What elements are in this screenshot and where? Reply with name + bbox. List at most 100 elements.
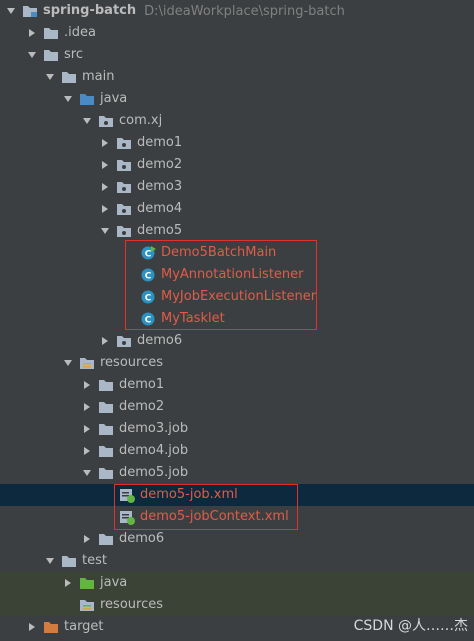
folder-label: .idea bbox=[64, 25, 96, 40]
tree-row-class-file[interactable]: C MyAnnotationListener bbox=[0, 264, 474, 286]
tree-row-test-resources[interactable]: resources bbox=[0, 594, 474, 616]
xml-file-label: demo5-job.xml bbox=[140, 487, 238, 502]
folder-icon bbox=[98, 531, 114, 547]
package-icon bbox=[116, 223, 132, 239]
package-label: demo3 bbox=[137, 179, 183, 194]
class-icon: C bbox=[140, 289, 156, 305]
package-label: demo6 bbox=[137, 333, 183, 348]
tree-row-demo3[interactable]: demo3 bbox=[0, 176, 474, 198]
folder-label: resources bbox=[100, 355, 164, 370]
tree-row-res-demo1[interactable]: demo1 bbox=[0, 374, 474, 396]
tree-row-class-file[interactable]: C MyTasklet bbox=[0, 308, 474, 330]
folder-icon bbox=[61, 553, 77, 569]
tree-row-demo1[interactable]: demo1 bbox=[0, 132, 474, 154]
svg-text:C: C bbox=[145, 250, 152, 260]
tree-row-res-demo2[interactable]: demo2 bbox=[0, 396, 474, 418]
excluded-folder-icon bbox=[43, 619, 59, 635]
tree-row-main[interactable]: main bbox=[0, 66, 474, 88]
class-label: MyJobExecutionListener bbox=[161, 289, 317, 304]
tree-row-res-demo6[interactable]: demo6 bbox=[0, 528, 474, 550]
package-label: demo4 bbox=[137, 201, 183, 216]
expand-arrow-icon[interactable] bbox=[82, 116, 92, 126]
svg-text:C: C bbox=[145, 316, 152, 326]
collapse-arrow-icon[interactable] bbox=[27, 622, 37, 632]
main-class-icon: C bbox=[140, 245, 156, 261]
folder-icon bbox=[98, 399, 114, 415]
collapse-arrow-icon[interactable] bbox=[82, 402, 92, 412]
tree-row-test-java[interactable]: java bbox=[0, 572, 474, 594]
folder-label: demo5.job bbox=[119, 465, 189, 480]
module-folder-icon bbox=[22, 3, 38, 19]
folder-icon bbox=[98, 421, 114, 437]
svg-text:C: C bbox=[145, 294, 152, 304]
tree-row-demo6[interactable]: demo6 bbox=[0, 330, 474, 352]
csdn-watermark: CSDN @人……杰 bbox=[353, 618, 468, 634]
collapse-arrow-icon[interactable] bbox=[82, 424, 92, 434]
collapse-arrow-icon[interactable] bbox=[82, 446, 92, 456]
folder-label: demo3.job bbox=[119, 421, 189, 436]
tree-row-demo2[interactable]: demo2 bbox=[0, 154, 474, 176]
collapse-arrow-icon[interactable] bbox=[63, 578, 73, 588]
class-label: Demo5BatchMain bbox=[161, 245, 277, 260]
tree-row-resources[interactable]: resources bbox=[0, 352, 474, 374]
tree-row-java[interactable]: java bbox=[0, 88, 474, 110]
folder-label: resources bbox=[100, 597, 164, 612]
tree-row-project-root[interactable]: spring-batch D:\ideaWorkplace\spring-bat… bbox=[0, 0, 474, 22]
folder-icon bbox=[98, 465, 114, 481]
class-icon: C bbox=[140, 267, 156, 283]
collapse-arrow-icon[interactable] bbox=[82, 380, 92, 390]
expand-arrow-icon[interactable] bbox=[45, 72, 55, 82]
collapse-arrow-icon[interactable] bbox=[100, 336, 110, 346]
tree-row-src[interactable]: src bbox=[0, 44, 474, 66]
tree-row-res-demo3-job[interactable]: demo3.job bbox=[0, 418, 474, 440]
tree-row-res-demo4-job[interactable]: demo4.job bbox=[0, 440, 474, 462]
collapse-arrow-icon[interactable] bbox=[100, 182, 110, 192]
expand-arrow-icon[interactable] bbox=[63, 94, 73, 104]
collapse-arrow-icon[interactable] bbox=[100, 160, 110, 170]
expand-arrow-icon[interactable] bbox=[6, 6, 16, 16]
spring-xml-icon bbox=[119, 509, 135, 525]
expand-arrow-icon[interactable] bbox=[45, 556, 55, 566]
project-name: spring-batch bbox=[43, 3, 137, 18]
test-resources-folder-icon bbox=[79, 597, 95, 613]
folder-label: target bbox=[64, 619, 104, 634]
collapse-arrow-icon[interactable] bbox=[27, 28, 37, 38]
project-tree: spring-batch D:\ideaWorkplace\spring-bat… bbox=[0, 0, 474, 641]
package-icon bbox=[116, 157, 132, 173]
tree-row-test[interactable]: test bbox=[0, 550, 474, 572]
expand-arrow-icon[interactable] bbox=[100, 226, 110, 236]
tree-row-class-file[interactable]: C Demo5BatchMain bbox=[0, 242, 474, 264]
tree-row-xml-file[interactable]: demo5-jobContext.xml bbox=[0, 506, 474, 528]
package-icon bbox=[98, 113, 114, 129]
tree-row-xml-file-selected[interactable]: demo5-job.xml bbox=[0, 484, 474, 506]
tree-row-demo4[interactable]: demo4 bbox=[0, 198, 474, 220]
package-icon bbox=[116, 201, 132, 217]
package-icon bbox=[116, 179, 132, 195]
collapse-arrow-icon[interactable] bbox=[100, 138, 110, 148]
class-label: MyTasklet bbox=[161, 311, 225, 326]
folder-icon bbox=[43, 25, 59, 41]
spring-xml-icon bbox=[119, 487, 135, 503]
tree-row-class-file[interactable]: C MyJobExecutionListener bbox=[0, 286, 474, 308]
folder-label: demo2 bbox=[119, 399, 165, 414]
expand-arrow-icon[interactable] bbox=[63, 358, 73, 368]
tree-row-res-demo5-job[interactable]: demo5.job bbox=[0, 462, 474, 484]
tree-row-demo5[interactable]: demo5 bbox=[0, 220, 474, 242]
project-path: D:\ideaWorkplace\spring-batch bbox=[144, 3, 345, 19]
collapse-arrow-icon[interactable] bbox=[82, 534, 92, 544]
folder-label: test bbox=[82, 553, 107, 568]
class-icon: C bbox=[140, 311, 156, 327]
package-icon bbox=[116, 333, 132, 349]
package-label: com.xj bbox=[119, 113, 163, 128]
tree-row-com-xj[interactable]: com.xj bbox=[0, 110, 474, 132]
collapse-arrow-icon[interactable] bbox=[100, 204, 110, 214]
tree-row-idea[interactable]: .idea bbox=[0, 22, 474, 44]
folder-icon bbox=[98, 443, 114, 459]
expand-arrow-icon[interactable] bbox=[27, 50, 37, 60]
folder-icon bbox=[43, 47, 59, 63]
expand-arrow-icon[interactable] bbox=[82, 468, 92, 478]
class-label: MyAnnotationListener bbox=[161, 267, 304, 282]
folder-label: java bbox=[100, 91, 128, 106]
source-folder-icon bbox=[79, 91, 95, 107]
test-source-folder-icon bbox=[79, 575, 95, 591]
